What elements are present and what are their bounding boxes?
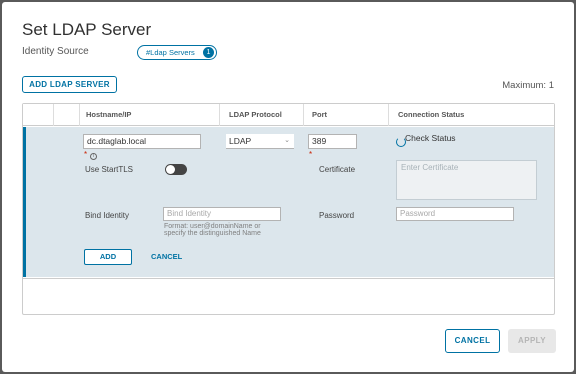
footer-cancel-button[interactable]: CANCEL: [445, 329, 500, 353]
ldap-server-row-editor: dc.dtaglab.local * i LDAP ⌄ 389 * Check …: [23, 127, 554, 277]
dialog-title: Set LDAP Server: [22, 20, 152, 39]
column-separator: [388, 104, 389, 126]
grid-header: Hostname/IP LDAP Protocol Port Connectio…: [23, 104, 554, 126]
password-input[interactable]: Password: [396, 207, 514, 221]
use-starttls-label: Use StartTLS: [85, 165, 134, 174]
use-starttls-toggle[interactable]: [165, 164, 187, 175]
info-icon[interactable]: i: [90, 153, 97, 160]
column-separator: [53, 104, 54, 126]
certificate-label: Certificate: [319, 165, 356, 174]
maximum-text: Maximum: 1: [502, 80, 554, 91]
identity-source-count-badge: 1: [203, 47, 214, 58]
add-button[interactable]: ADD: [84, 249, 132, 265]
footer-apply-button[interactable]: APPLY: [508, 329, 556, 353]
check-status-link[interactable]: Check Status: [405, 133, 456, 143]
certificate-textarea[interactable]: Enter Certificate: [396, 160, 537, 200]
ldap-server-grid: Hostname/IP LDAP Protocol Port Connectio…: [22, 103, 555, 315]
bind-identity-hint-line-1: Format: user@domainName or: [164, 223, 261, 230]
grid-footer-divider: [23, 278, 554, 279]
row-cancel-button[interactable]: CANCEL: [151, 252, 182, 261]
column-separator: [79, 104, 80, 126]
port-required-mark: *: [309, 150, 313, 159]
column-separator: [219, 104, 220, 126]
password-label: Password: [319, 211, 355, 220]
bind-identity-hint-line-2: specify the distinguished Name: [164, 230, 261, 237]
identity-source-pill-label: #Ldap Servers: [146, 48, 195, 57]
bind-identity-label: Bind Identity: [85, 211, 130, 220]
add-ldap-server-button[interactable]: ADD LDAP SERVER: [22, 76, 117, 93]
ldap-protocol-select[interactable]: LDAP ⌄: [226, 134, 294, 149]
hostname-input[interactable]: dc.dtaglab.local: [83, 134, 201, 149]
bind-identity-input[interactable]: Bind Identity: [163, 207, 281, 221]
column-header-connection-status[interactable]: Connection Status: [398, 110, 464, 119]
ldap-protocol-value: LDAP: [229, 136, 252, 146]
column-header-hostname[interactable]: Hostname/IP: [86, 110, 131, 119]
column-header-ldap-protocol[interactable]: LDAP Protocol: [229, 110, 282, 119]
set-ldap-server-dialog: Set LDAP Server Identity Source #Ldap Se…: [2, 2, 574, 372]
hostname-required-mark: *: [84, 150, 88, 159]
column-separator: [303, 104, 304, 126]
column-header-port[interactable]: Port: [312, 110, 327, 119]
chevron-down-icon: ⌄: [284, 137, 290, 144]
port-input[interactable]: 389: [308, 134, 357, 149]
identity-source-label: Identity Source: [22, 46, 89, 57]
toggle-knob: [166, 165, 175, 174]
identity-source-pill[interactable]: #Ldap Servers 1: [137, 45, 217, 60]
